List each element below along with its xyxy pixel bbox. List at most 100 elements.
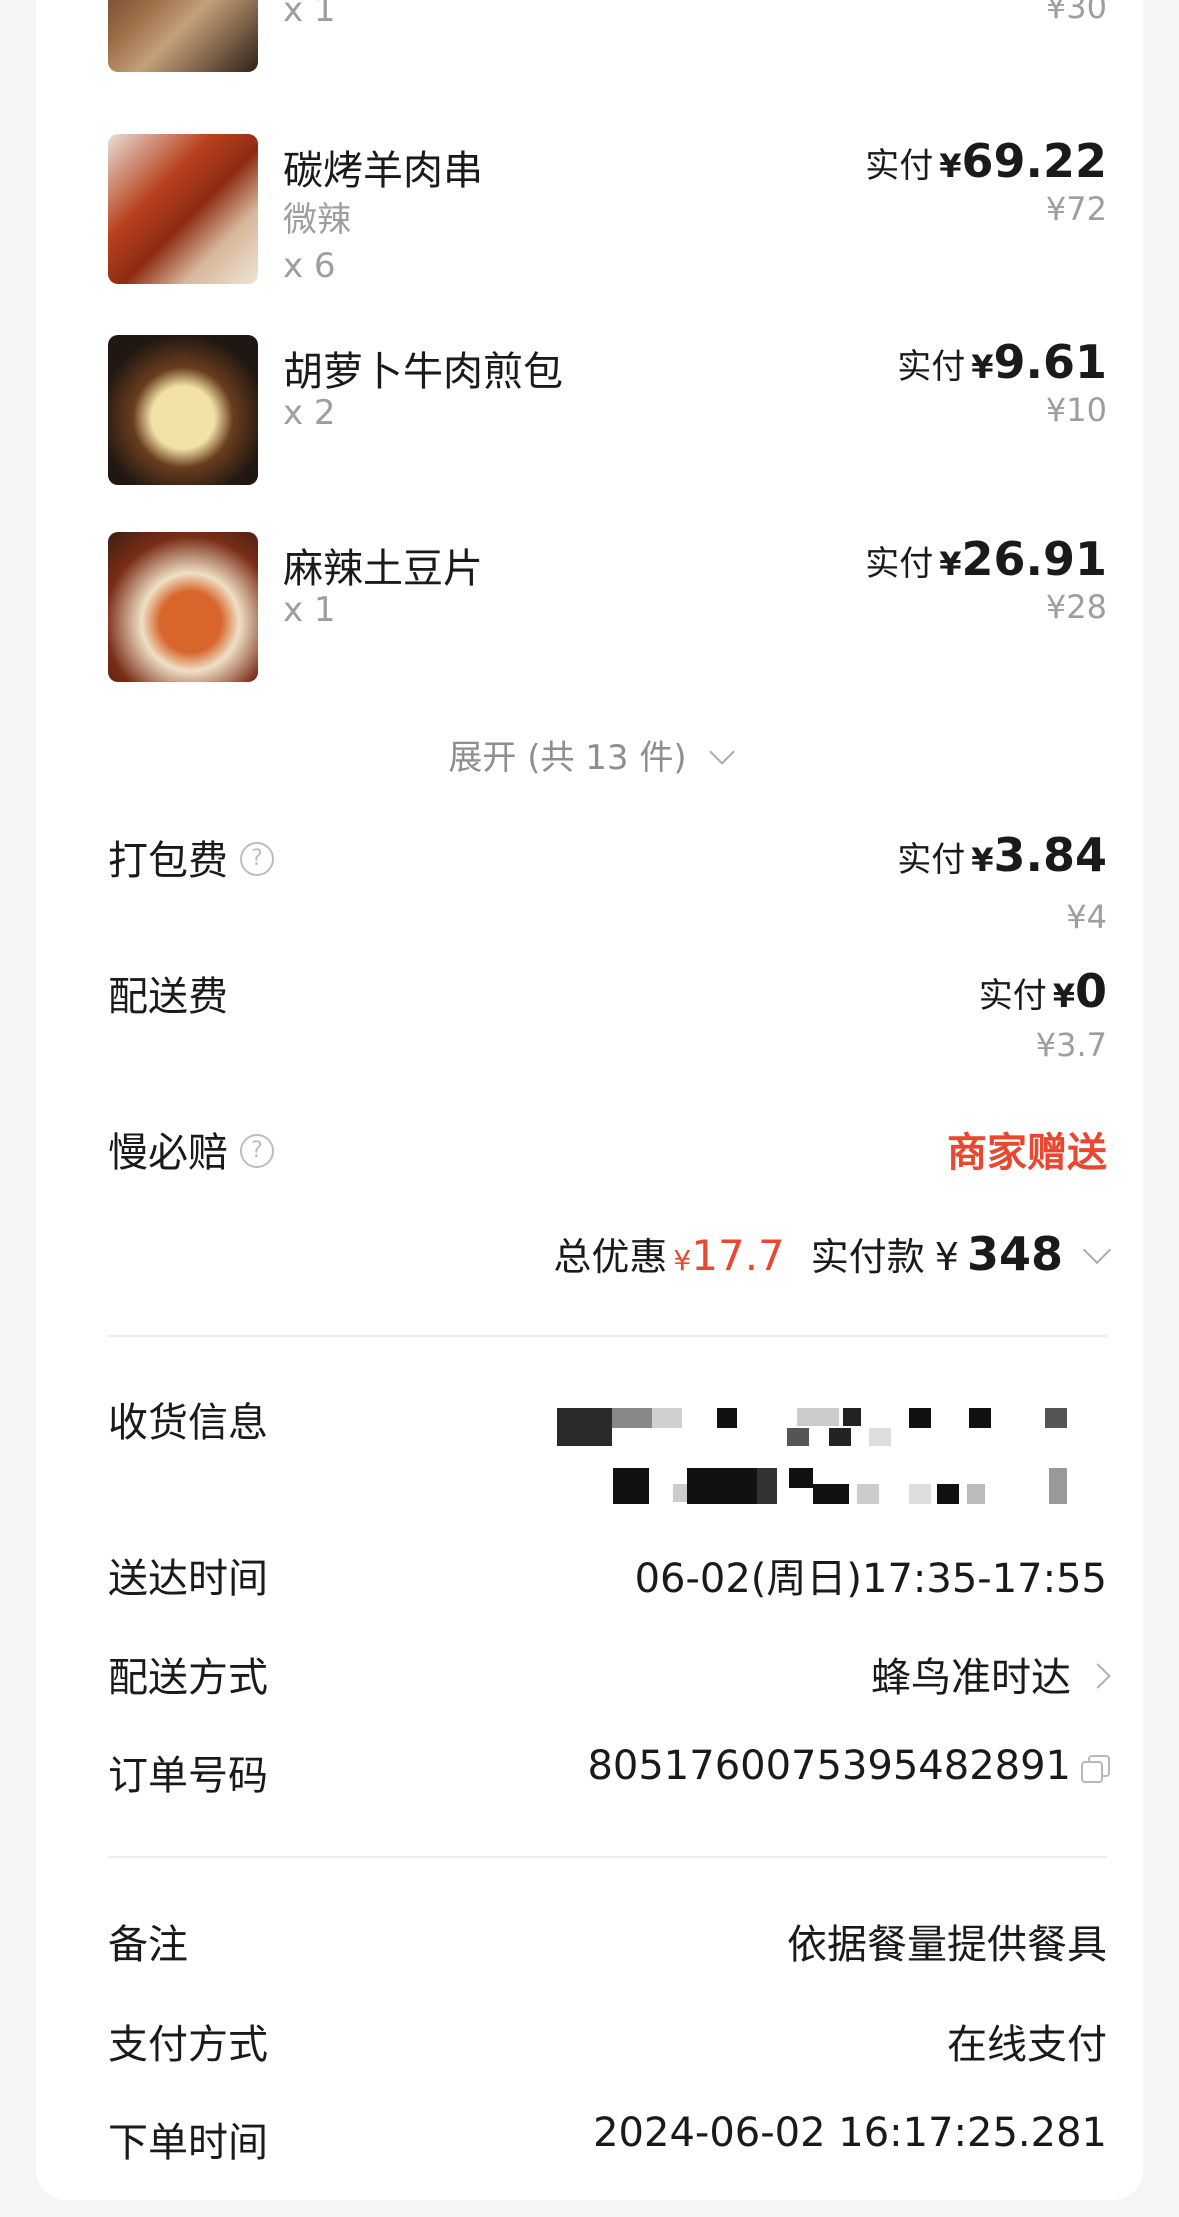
delivery-time-label: 送达时间 <box>108 1556 268 1602</box>
list-item[interactable]: 胡萝卜牛肉煎包 x 2 实付 ¥9.61 ¥10 <box>108 335 1107 485</box>
packing-fee-original: ¥4 <box>1066 898 1107 936</box>
paid-label: 实付 <box>978 976 1047 1016</box>
remark-label: 备注 <box>108 1922 188 1968</box>
delivery-method-text: 蜂鸟准时达 <box>871 1655 1071 1701</box>
mosaic-block <box>909 1484 931 1504</box>
question-icon[interactable]: ? <box>240 1134 274 1168</box>
remark-row: 备注 依据餐量提供餐具 <box>108 1912 1107 1972</box>
paid-total-value: 348 <box>966 1227 1063 1281</box>
yen-sign: ¥ <box>939 545 962 583</box>
item-paid-price: 实付 ¥69.22 <box>865 134 1107 188</box>
mosaic-block <box>687 1468 757 1504</box>
receiver-info-label: 收货信息 <box>108 1400 268 1446</box>
item-qty: x 1 <box>283 0 336 30</box>
mosaic-block <box>757 1468 777 1504</box>
mosaic-block <box>869 1428 891 1446</box>
paid-label: 实付 <box>865 544 934 584</box>
order-detail-card: x 1 ¥30 碳烤羊肉串 微辣 x 6 实付 ¥69.22 ¥72 胡萝卜牛肉煎… <box>36 0 1143 2200</box>
discount-label: 总优惠 <box>553 1235 668 1279</box>
divider <box>108 1856 1107 1858</box>
delivery-fee-paid: 实付 ¥0 <box>979 964 1107 1018</box>
item-original-price: ¥72 <box>1045 190 1107 228</box>
yen-sign: ¥ <box>971 348 994 386</box>
item-qty: x 1 <box>283 590 336 630</box>
paid-amount: 26.91 <box>961 532 1107 586</box>
product-image <box>108 532 258 682</box>
item-paid-price: 实付 ¥9.61 <box>897 335 1107 389</box>
copy-icon[interactable] <box>1081 1755 1110 1783</box>
item-name: 碳烤羊肉串 <box>283 148 483 194</box>
payment-method-value: 在线支付 <box>947 2022 1107 2068</box>
mosaic-block <box>909 1408 931 1428</box>
order-time-label: 下单时间 <box>108 2120 268 2166</box>
mosaic-block <box>797 1408 839 1426</box>
late-compensation-label: 慢必赔? <box>108 1120 274 1178</box>
mosaic-block <box>612 1408 652 1428</box>
packing-fee-text: 打包费 <box>108 838 228 884</box>
list-item[interactable]: x 1 ¥30 <box>108 0 1107 72</box>
item-qty: x 6 <box>283 246 336 286</box>
chevron-right-icon <box>1085 1663 1111 1689</box>
product-image <box>108 0 258 72</box>
order-time-row: 下单时间 2024-06-02 16:17:25.281 <box>108 2110 1107 2170</box>
chevron-down-icon <box>708 739 735 765</box>
order-number-row: 订单号码 8051760075395482891 <box>108 1743 1110 1803</box>
paid-amount: 69.22 <box>961 134 1107 188</box>
mosaic-block <box>857 1484 879 1504</box>
paid-total-label: 实付款 <box>810 1235 925 1279</box>
delivery-fee-label: 配送费 <box>108 974 228 1020</box>
order-total[interactable]: 总优惠 ¥17.7 实付款 ¥348 <box>553 1226 1112 1281</box>
mosaic-block <box>1049 1468 1067 1504</box>
mosaic-block <box>937 1484 959 1504</box>
mosaic-block <box>969 1408 991 1428</box>
expand-items-button[interactable]: 展开 (共 13 件) <box>72 730 1107 779</box>
question-icon[interactable]: ? <box>240 842 274 876</box>
mosaic-block <box>613 1468 649 1504</box>
delivery-time-row: 送达时间 06-02(周日)17:35-17:55 <box>108 1546 1107 1606</box>
item-original-price: ¥10 <box>1045 391 1107 429</box>
packing-fee-label: 打包费? <box>108 828 274 886</box>
mosaic-block <box>652 1408 682 1428</box>
delivery-method-row[interactable]: 配送方式 蜂鸟准时达 <box>108 1645 1111 1705</box>
order-number-value: 8051760075395482891 <box>587 1743 1110 1789</box>
mosaic-block <box>557 1408 612 1446</box>
expand-label: 展开 (共 13 件) <box>448 738 687 778</box>
redacted-address <box>517 1400 1117 1510</box>
delivery-method-value[interactable]: 蜂鸟准时达 <box>871 1645 1111 1703</box>
item-paid-price: 实付 ¥26.91 <box>865 532 1107 586</box>
payment-method-label: 支付方式 <box>108 2022 268 2068</box>
item-original-price: ¥28 <box>1045 588 1107 626</box>
mosaic-block <box>829 1428 851 1446</box>
paid-label: 实付 <box>865 146 934 186</box>
delivery-method-label: 配送方式 <box>108 1655 268 1701</box>
delivery-fee-original: ¥3.7 <box>1035 1026 1107 1064</box>
paid-amount: 0 <box>1074 964 1107 1018</box>
product-image <box>108 335 258 485</box>
order-number-label: 订单号码 <box>108 1753 268 1799</box>
packing-fee-paid: 实付 ¥3.84 <box>897 828 1107 882</box>
list-item[interactable]: 碳烤羊肉串 微辣 x 6 实付 ¥69.22 ¥72 <box>108 134 1107 286</box>
order-time-value: 2024-06-02 16:17:25.281 <box>593 2110 1107 2156</box>
yen-sign: ¥ <box>673 1244 692 1277</box>
yen-sign: ¥ <box>934 1235 959 1279</box>
order-number-text: 8051760075395482891 <box>587 1743 1071 1789</box>
item-name: 麻辣土豆片 <box>283 546 483 592</box>
payment-method-row: 支付方式 在线支付 <box>108 2012 1107 2072</box>
late-compensation-text: 慢必赔 <box>108 1130 228 1176</box>
paid-label: 实付 <box>897 840 966 880</box>
discount-value: 17.7 <box>691 1231 785 1280</box>
item-original-price: ¥30 <box>1045 0 1107 26</box>
mosaic-block <box>843 1408 861 1426</box>
item-name: 胡萝卜牛肉煎包 <box>283 349 563 395</box>
chevron-down-icon <box>1082 1235 1112 1265</box>
item-spec: 微辣 <box>283 200 351 240</box>
yen-sign: ¥ <box>939 147 962 185</box>
list-item[interactable]: 麻辣土豆片 x 1 实付 ¥26.91 ¥28 <box>108 532 1107 682</box>
paid-amount: 9.61 <box>993 335 1108 389</box>
mosaic-block <box>789 1468 813 1488</box>
item-qty: x 2 <box>283 393 336 433</box>
mosaic-block <box>1045 1408 1067 1428</box>
mosaic-block <box>813 1484 849 1504</box>
divider <box>108 1335 1107 1337</box>
remark-value: 依据餐量提供餐具 <box>787 1922 1107 1968</box>
